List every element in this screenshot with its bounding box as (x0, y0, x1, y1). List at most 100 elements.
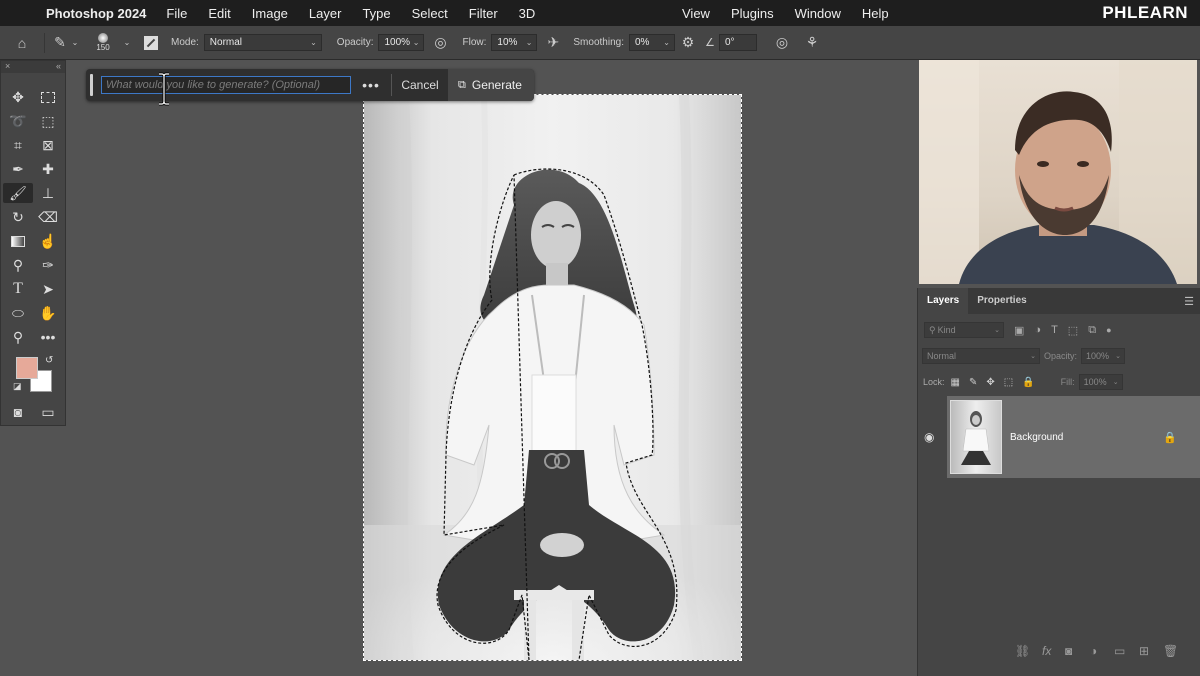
opacity-value: 100% (384, 37, 411, 48)
lock-row: Lock: ▦ ✎ ✥ ⬚ 🔒 Fill: 100% ⌄ (918, 374, 1200, 390)
eraser-tool-icon[interactable]: ⌫ (33, 207, 63, 227)
layer-opacity-field[interactable]: 100% ⌄ (1081, 348, 1126, 364)
drag-handle[interactable] (90, 74, 93, 96)
object-select-tool-icon[interactable]: ⬚ (33, 111, 63, 131)
tab-layers[interactable]: Layers (918, 288, 969, 314)
menu-plugins[interactable]: Plugins (731, 6, 774, 21)
tab-properties[interactable]: Properties (968, 288, 1035, 314)
fx-icon[interactable]: fx (1042, 644, 1051, 658)
zoom-tool-icon[interactable]: ⚲ (3, 327, 33, 347)
smoothing-field[interactable]: 0% ⌄ (628, 34, 675, 51)
menu-3d[interactable]: 3D (519, 6, 536, 21)
move-tool-icon[interactable]: ✥ (3, 87, 33, 107)
screen-mode-icon[interactable]: ▭ (33, 402, 63, 422)
adjustment-layer-icon[interactable]: ◑ (1090, 644, 1097, 658)
home-icon[interactable]: ⌂ (0, 35, 44, 51)
menu-image[interactable]: Image (252, 6, 288, 21)
dodge-tool-icon[interactable]: ⚲ (3, 255, 33, 275)
lasso-tool-icon[interactable]: ➰ (3, 111, 33, 131)
ellipse-tool-icon[interactable]: ⬭ (3, 303, 33, 323)
swap-colors-icon[interactable]: ↺ (45, 355, 53, 366)
menu-help[interactable]: Help (862, 6, 889, 21)
smudge-tool-icon[interactable]: ☝ (33, 231, 63, 251)
close-icon[interactable]: × (5, 61, 10, 71)
history-brush-tool-icon[interactable]: ↻ (3, 207, 33, 227)
hand-tool-icon[interactable]: ✋ (33, 303, 63, 323)
new-group-icon[interactable]: ▭ (1114, 644, 1125, 658)
pressure-opacity-icon[interactable]: ◎ (424, 34, 456, 51)
filter-toggle-icon[interactable]: ● (1106, 325, 1111, 335)
blend-mode-select[interactable]: Normal ⌄ (922, 348, 1040, 364)
adjustment-filter-icon[interactable]: ◑ (1034, 324, 1041, 336)
text-cursor-icon (159, 72, 169, 106)
more-tools-icon[interactable]: ••• (33, 327, 63, 347)
menu-view[interactable]: View (682, 6, 710, 21)
lock-all-icon[interactable]: 🔒 (1022, 377, 1034, 388)
type-filter-icon[interactable]: T (1051, 324, 1058, 336)
smoothing-label: Smoothing: (573, 37, 624, 48)
menu-type[interactable]: Type (362, 6, 390, 21)
airbrush-icon[interactable]: ✈ (537, 34, 569, 51)
collapse-icon[interactable]: « (56, 61, 61, 71)
flow-field[interactable]: 10% ⌄ (491, 34, 538, 51)
menu-file[interactable]: File (166, 6, 187, 21)
shape-filter-icon[interactable]: ⬚ (1068, 324, 1078, 337)
kind-filter-select[interactable]: ⚲ Kind ⌄ (924, 322, 1004, 338)
foreground-color-swatch[interactable] (16, 357, 38, 379)
lock-position-icon[interactable]: ✥ (986, 377, 994, 388)
menu-select[interactable]: Select (412, 6, 448, 21)
pixel-filter-icon[interactable]: ▣ (1014, 324, 1024, 337)
type-tool-icon[interactable]: T (3, 279, 33, 299)
quick-mask-icon[interactable]: ◙ (3, 402, 33, 422)
brush-settings-icon[interactable] (139, 34, 163, 51)
lock-pixels-icon[interactable]: ✎ (969, 377, 977, 388)
pressure-size-icon[interactable]: ◎ (765, 34, 799, 51)
new-layer-icon[interactable]: ⊞ (1139, 644, 1149, 658)
chevron-down-icon[interactable]: ⌄ (69, 38, 81, 47)
path-select-tool-icon[interactable]: ➤ (33, 279, 63, 299)
brush-tool-icon[interactable]: 🖌 (3, 183, 33, 203)
menu-edit[interactable]: Edit (208, 6, 230, 21)
opacity-label: Opacity: (1044, 351, 1078, 361)
layer-row-background[interactable]: Background 🔒 (947, 396, 1200, 478)
lock-transparent-icon[interactable]: ▦ (951, 377, 960, 388)
marquee-tool-icon[interactable] (33, 87, 63, 107)
default-colors-icon[interactable]: ◪ (13, 381, 22, 392)
blend-mode-value: Normal (927, 351, 957, 361)
link-layers-icon[interactable]: ⛓ (1015, 644, 1030, 658)
gradient-tool-icon[interactable] (3, 231, 33, 251)
cancel-button[interactable]: Cancel (392, 78, 448, 92)
chevron-down-icon[interactable]: ⌄ (121, 38, 133, 47)
menu-filter[interactable]: Filter (469, 6, 498, 21)
lock-artboard-icon[interactable]: ⬚ (1004, 377, 1013, 388)
fill-field[interactable]: 100% ⌄ (1078, 374, 1123, 390)
symmetry-icon[interactable]: ⚘ (799, 34, 825, 51)
menu-window[interactable]: Window (795, 6, 841, 21)
stamp-tool-icon[interactable]: ⊥ (33, 183, 63, 203)
pen-tool-icon[interactable]: ✑ (33, 255, 63, 275)
chevron-down-icon: ⌄ (525, 38, 533, 47)
more-options-button[interactable]: ••• (351, 77, 391, 93)
trash-icon[interactable]: 🗑 (1163, 644, 1178, 658)
panel-menu-icon[interactable]: ☰ (1184, 295, 1194, 308)
app-name-menu[interactable]: Photoshop 2024 (46, 6, 146, 21)
eye-icon[interactable]: ◉ (924, 430, 934, 444)
kind-label: Kind (937, 325, 956, 335)
opacity-field[interactable]: 100% ⌄ (378, 34, 425, 51)
eyedropper-tool-icon[interactable]: ✒ (3, 159, 33, 179)
menu-layer[interactable]: Layer (309, 6, 342, 21)
healing-tool-icon[interactable]: ✚ (33, 159, 63, 179)
frame-tool-icon[interactable]: ⊠ (33, 135, 63, 155)
generate-button[interactable]: ⧉ Generate (448, 69, 534, 101)
smart-object-filter-icon[interactable]: ⧉ (1088, 324, 1096, 337)
generate-prompt-input[interactable] (101, 76, 351, 94)
gear-icon[interactable]: ⚙ (675, 34, 701, 51)
add-mask-icon[interactable]: ◙ (1065, 644, 1072, 658)
brush-preset-icon[interactable]: ✎ (51, 34, 69, 51)
angle-field[interactable]: 0° (718, 34, 757, 51)
mode-select[interactable]: Normal ⌄ (203, 34, 322, 51)
document-canvas[interactable] (363, 94, 742, 661)
crop-tool-icon[interactable]: ⌗ (3, 135, 33, 155)
brush-size-picker[interactable]: 150 (85, 33, 121, 52)
flow-value: 10% (497, 37, 518, 48)
